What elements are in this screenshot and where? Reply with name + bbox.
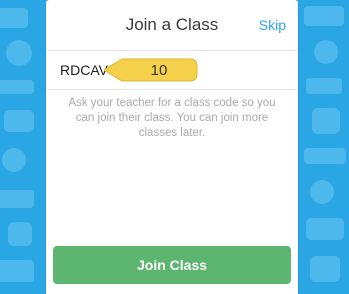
dialog-header: Join a Class Skip (46, 0, 298, 51)
step-number: 10 (150, 62, 168, 79)
class-code-row: 10 (46, 51, 298, 90)
helper-text: Ask your teacher for a class code so you… (68, 97, 276, 139)
step-callout: 10 (103, 58, 198, 82)
skip-link[interactable]: Skip (259, 17, 286, 33)
join-class-button[interactable]: Join Class (53, 246, 291, 284)
join-class-dialog: Join a Class Skip 10 Ask your teacher fo… (46, 0, 298, 294)
